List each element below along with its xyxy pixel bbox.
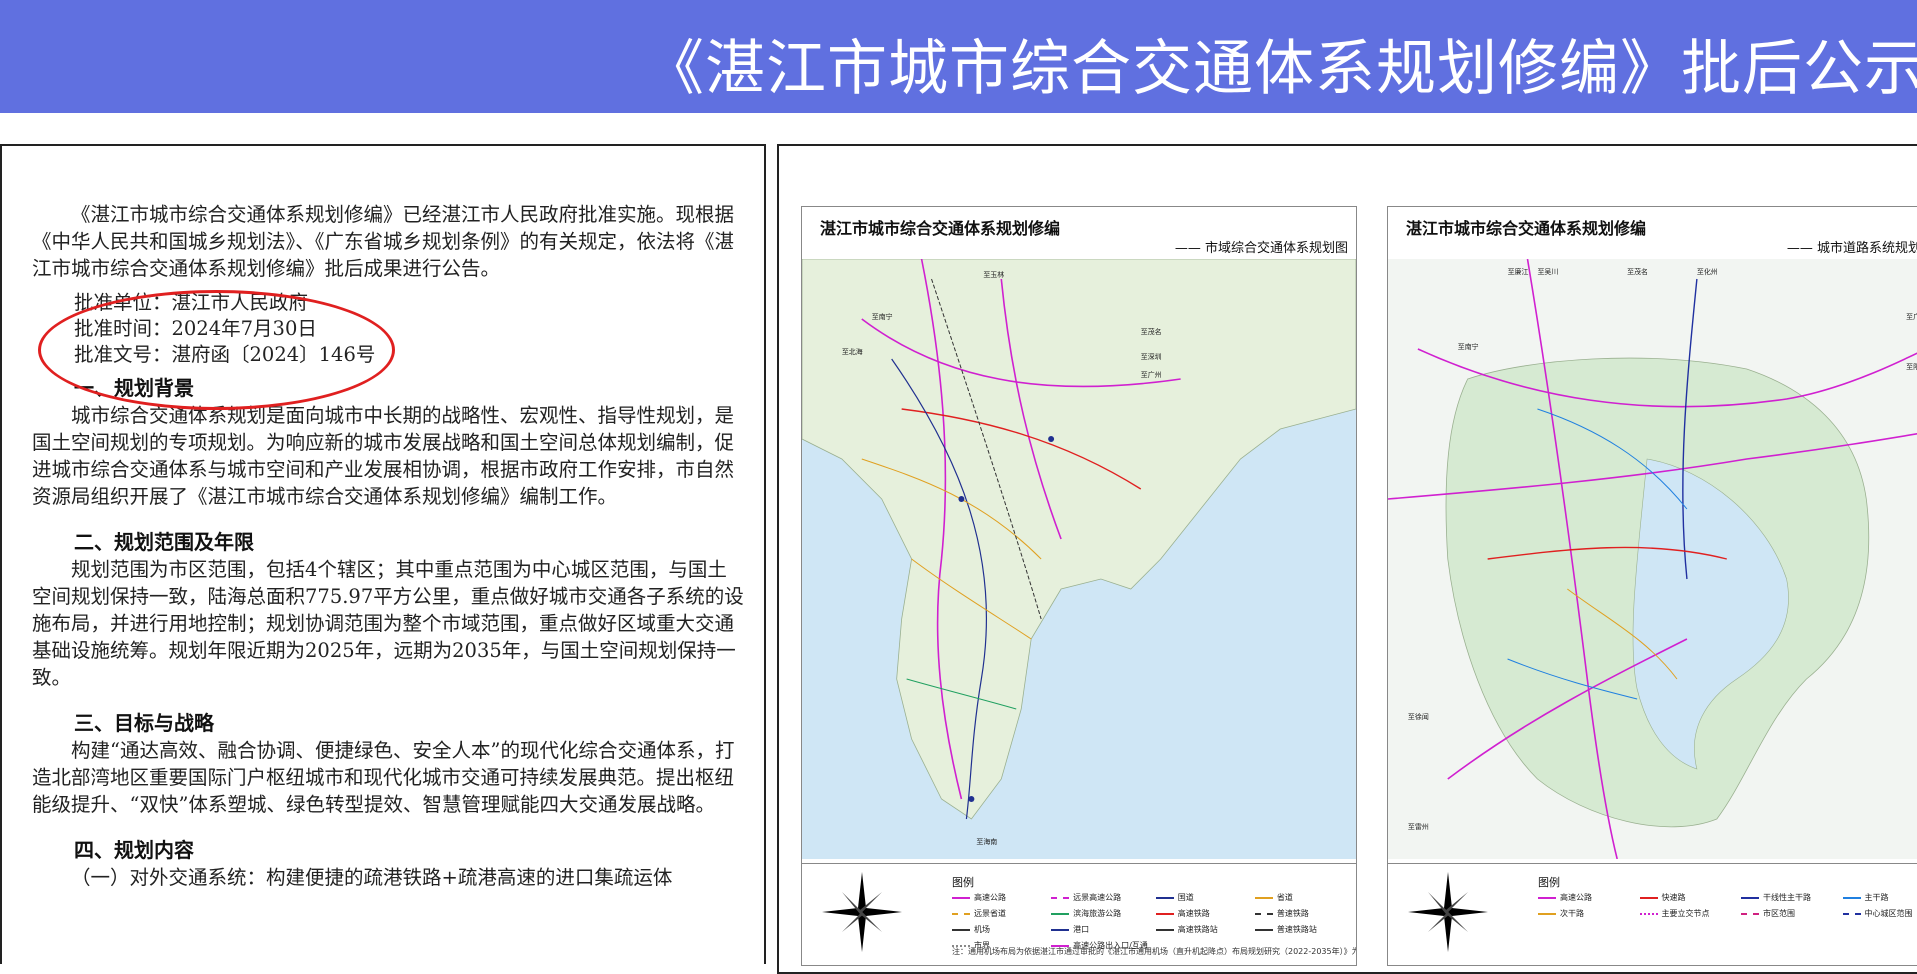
urban-road-map[interactable]: 至廉江 至吴川 至化州 至茂名 至广州 至南宁 至阳江 至徐闻 至雷州 (1388, 259, 1917, 859)
section-heading-content: 四、规划内容 (74, 836, 744, 864)
label-to-nanning: 至南宁 (872, 312, 893, 321)
label-to-yulin: 至玉林 (983, 270, 1004, 279)
legend-item: 干线性主干路 (1741, 892, 1835, 903)
legend-item: 主干路 (1843, 892, 1917, 903)
label-to-beihai: 至北海 (842, 347, 863, 356)
section-heading-scope: 二、规划范围及年限 (74, 528, 744, 556)
compass-rose-icon (822, 872, 902, 952)
label-to-maoming: 至茂名 (1141, 327, 1162, 336)
regional-map[interactable]: 至玉林 至南宁 至北海 至茂名 至深圳 至广州 至海南 (802, 259, 1356, 859)
label-to-lianjiang: 至廉江 (1508, 267, 1529, 276)
section-body-background: 城市综合交通体系规划是面向城市中长期的战略性、宏观性、指导性规划，是国土空间规划… (32, 402, 744, 510)
map-subtitle: —— 城市道路系统规划图（市区） (1787, 237, 1917, 256)
legend-items: 高速公路 远景高速公路 国道 省道 远景省道 滨海旅游公路 高速铁路 普速铁路 … (952, 892, 1346, 951)
label-to-nanning: 至南宁 (1458, 342, 1479, 351)
label-to-yangjiang: 至阳江 (1906, 362, 1917, 371)
legend-item: 普速铁路 (1255, 908, 1346, 919)
legend-item: 滨海旅游公路 (1051, 908, 1148, 919)
label-to-maoming: 至茂名 (1627, 267, 1648, 276)
legend-item: 次干路 (1538, 908, 1632, 919)
compass-rose-icon (1408, 872, 1488, 952)
header-banner: 《湛江市城市综合交通体系规划修编》批后公示 (0, 0, 1917, 113)
approval-doc-no: 批准文号：湛府函〔2024〕146号 (74, 342, 744, 368)
label-to-shenzhen: 至深圳 (1141, 352, 1162, 361)
legend-item: 港口 (1051, 924, 1148, 935)
legend-item: 国道 (1156, 892, 1247, 903)
map-legend: 图例 高速公路 快速路 干线性主干路 主干路 次干路 主要立交节点 市区范围 中… (1388, 863, 1917, 965)
legend-item: 市区范围 (1741, 908, 1835, 919)
legend-item: 高速公路 (1538, 892, 1632, 903)
section-heading-background: 一、规划背景 (74, 374, 744, 402)
page-title: 《湛江市城市综合交通体系规划修编》批后公示 (644, 20, 1917, 107)
label-to-guangzhou: 至广州 (1141, 370, 1162, 379)
legend-item: 主要立交节点 (1640, 908, 1734, 919)
section-body-content: （一）对外交通系统：构建便捷的疏港铁路+疏港高速的进口集疏运体 (32, 864, 744, 891)
section-body-goals: 构建“通达高效、融合协调、便捷绿色、安全人本”的现代化综合交通体系，打造北部湾地… (32, 737, 744, 818)
legend-item: 中心城区范围 (1843, 908, 1917, 919)
legend-item: 普速铁路站 (1255, 924, 1346, 935)
section-body-scope: 规划范围为市区范围，包括4个辖区；其中重点范围为中心城区范围，与国土空间规划保持… (32, 556, 744, 691)
label-to-leizhou: 至雷州 (1408, 823, 1429, 831)
map-panel: 湛江市城市综合交通体系规划修编 —— 市域综合交通体系规划图 至玉林 至南宁 (777, 144, 1917, 974)
label-to-xuwen: 至徐闻 (1408, 712, 1429, 721)
announcement-body: 《湛江市城市综合交通体系规划修编》已经湛江市人民政府批准实施。现根据《中华人民共… (32, 201, 744, 891)
announcement-text-panel: 《湛江市城市综合交通体系规划修编》已经湛江市人民政府批准实施。现根据《中华人民共… (0, 144, 766, 964)
legend-note: 注：通用机场布局为依据湛江市通过审批的《湛江市通用机场（直升机起降点）布局规划研… (952, 946, 1357, 957)
legend-title: 图例 (1538, 874, 1560, 890)
intro-paragraph: 《湛江市城市综合交通体系规划修编》已经湛江市人民政府批准实施。现根据《中华人民共… (32, 201, 744, 282)
label-to-wuchuan: 至吴川 (1537, 268, 1558, 276)
map-card-regional: 湛江市城市综合交通体系规划修编 —— 市域综合交通体系规划图 至玉林 至南宁 (801, 206, 1357, 966)
legend-item: 省道 (1255, 892, 1346, 903)
legend-item: 远景高速公路 (1051, 892, 1148, 903)
legend-item: 高速铁路站 (1156, 924, 1247, 935)
label-to-hainan: 至海南 (976, 837, 997, 846)
legend-item: 高速铁路 (1156, 908, 1247, 919)
map-title: 湛江市城市综合交通体系规划修编 (1406, 215, 1646, 239)
section-heading-goals: 三、目标与战略 (74, 709, 744, 737)
legend-item: 高速公路 (952, 892, 1043, 903)
approval-time: 批准时间：2024年7月30日 (74, 316, 744, 342)
legend-item: 机场 (952, 924, 1043, 935)
map-title: 湛江市城市综合交通体系规划修编 (820, 215, 1060, 239)
label-to-huazhou: 至化州 (1697, 267, 1718, 276)
approval-unit: 批准单位：湛江市人民政府 (74, 290, 744, 316)
map-card-urban-roads: 湛江市城市综合交通体系规划修编 —— 城市道路系统规划图（市区） 至廉江 至吴川… (1387, 206, 1917, 966)
legend-item: 快速路 (1640, 892, 1734, 903)
legend-item: 远景省道 (952, 908, 1043, 919)
map-subtitle: —— 市域综合交通体系规划图 (1175, 237, 1348, 256)
legend-items: 高速公路 快速路 干线性主干路 主干路 次干路 主要立交节点 市区范围 中心城区… (1538, 892, 1917, 919)
label-to-guangzhou: 至广州 (1906, 312, 1917, 321)
approval-info: 批准单位：湛江市人民政府 批准时间：2024年7月30日 批准文号：湛府函〔20… (74, 290, 744, 368)
legend-title: 图例 (952, 874, 974, 890)
map-legend: 图例 高速公路 远景高速公路 国道 省道 远景省道 滨海旅游公路 高速铁路 普速… (802, 863, 1356, 965)
